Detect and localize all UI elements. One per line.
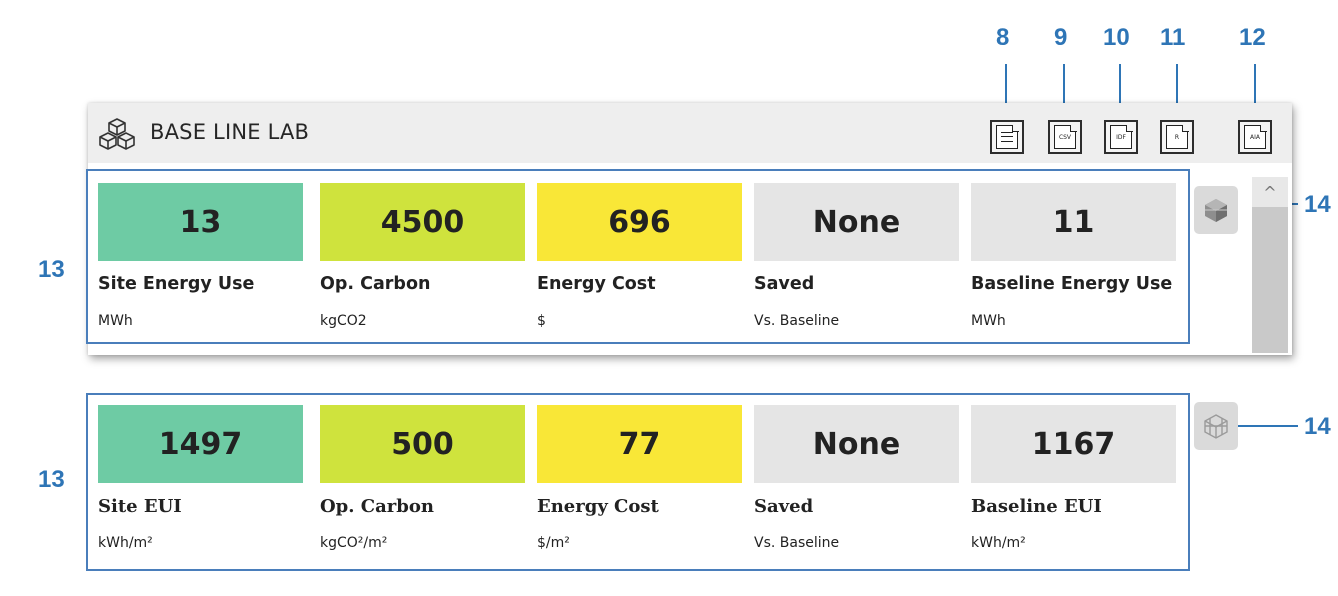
view-toggle-button-top[interactable] — [1194, 186, 1238, 234]
metric-unit: Vs. Baseline — [754, 535, 840, 551]
export-idf-button[interactable]: IDF — [1104, 120, 1138, 154]
metric-value: None — [754, 405, 959, 483]
scroll-up-button[interactable]: ^ — [1252, 177, 1288, 207]
report-icon — [996, 124, 1019, 149]
cube-icon — [1205, 199, 1227, 222]
panel-scrollbar[interactable]: ^ — [1252, 177, 1288, 353]
cubes-logo-icon — [99, 118, 135, 150]
metric-tile-site-eui: 1497 Site EUI kWh/m² — [98, 405, 303, 551]
metric-unit: kgCO²/m² — [320, 535, 388, 551]
metric-tile-site-energy: 13 Site Energy Use MWh — [98, 183, 303, 329]
metric-value: 11 — [971, 183, 1176, 261]
metric-value: 1497 — [98, 405, 303, 483]
metric-label: Energy Cost — [537, 274, 656, 294]
metrics-group-top: 13 Site Energy Use MWh 4500 Op. Carbon k… — [86, 169, 1190, 344]
metric-tile-energy-cost-intensity: 77 Energy Cost $/m² — [537, 405, 742, 551]
metric-value: 1167 — [971, 405, 1176, 483]
metrics-group-bottom: 1497 Site EUI kWh/m² 500 Op. Carbon kgCO… — [86, 393, 1190, 571]
panel-title: BASE LINE LAB — [150, 120, 310, 144]
metric-label: Saved — [754, 496, 814, 517]
callout-11: 11 — [1160, 24, 1186, 51]
metric-label: Op. Carbon — [320, 496, 434, 517]
metric-value: 13 — [98, 183, 303, 261]
metric-value: 696 — [537, 183, 742, 261]
export-csv-button[interactable]: CSV — [1048, 120, 1082, 154]
report-button[interactable] — [990, 120, 1024, 154]
metric-label: Op. Carbon — [320, 274, 431, 294]
metric-unit: MWh — [971, 313, 1006, 329]
metric-tile-saved: None Saved Vs. Baseline — [754, 183, 959, 329]
metric-unit: $/m² — [537, 535, 570, 551]
metric-label: Site Energy Use — [98, 274, 255, 294]
metric-tile-baseline-eui: 1167 Baseline EUI kWh/m² — [971, 405, 1176, 551]
r-file-icon: R — [1166, 124, 1189, 149]
metric-label: Baseline Energy Use — [971, 274, 1173, 294]
csv-file-icon: CSV — [1054, 124, 1077, 149]
metric-tile-energy-cost: 696 Energy Cost $ — [537, 183, 742, 329]
cube-wireframe-icon — [1204, 414, 1228, 439]
metric-value: 500 — [320, 405, 525, 483]
idf-file-icon: IDF — [1110, 124, 1133, 149]
metric-value: None — [754, 183, 959, 261]
aia-file-icon: AIA — [1244, 124, 1267, 149]
view-toggle-button-bottom[interactable] — [1194, 402, 1238, 450]
metric-label: Energy Cost — [537, 496, 659, 517]
callout-14-top: 14 — [1304, 191, 1331, 218]
export-r-button[interactable]: R — [1160, 120, 1194, 154]
metric-unit: $ — [537, 313, 546, 329]
metric-tile-baseline-energy: 11 Baseline Energy Use MWh — [971, 183, 1176, 329]
metric-value: 77 — [537, 405, 742, 483]
metric-tile-op-carbon-intensity: 500 Op. Carbon kgCO²/m² — [320, 405, 525, 551]
metric-label: Saved — [754, 274, 815, 294]
callout-14-bottom: 14 — [1304, 413, 1331, 440]
metric-unit: kgCO2 — [320, 313, 367, 329]
metric-label: Site EUI — [98, 496, 182, 517]
callout-10: 10 — [1103, 24, 1130, 51]
metric-unit: kWh/m² — [971, 535, 1026, 551]
metric-unit: MWh — [98, 313, 133, 329]
callout-9: 9 — [1054, 24, 1068, 51]
callout-line-14-bottom — [1238, 425, 1298, 427]
export-aia-button[interactable]: AIA — [1238, 120, 1272, 154]
callout-12: 12 — [1239, 24, 1266, 51]
callout-13-bottom: 13 — [38, 466, 65, 493]
metric-value: 4500 — [320, 183, 525, 261]
metric-unit: kWh/m² — [98, 535, 153, 551]
metric-label: Baseline EUI — [971, 496, 1102, 517]
metric-tile-saved-intensity: None Saved Vs. Baseline — [754, 405, 959, 551]
metric-unit: Vs. Baseline — [754, 313, 840, 329]
callout-13-top: 13 — [38, 256, 65, 283]
callout-8: 8 — [996, 24, 1010, 51]
metric-tile-op-carbon: 4500 Op. Carbon kgCO2 — [320, 183, 525, 329]
panel-header: BASE LINE LAB CSV IDF R AIA — [88, 103, 1292, 163]
